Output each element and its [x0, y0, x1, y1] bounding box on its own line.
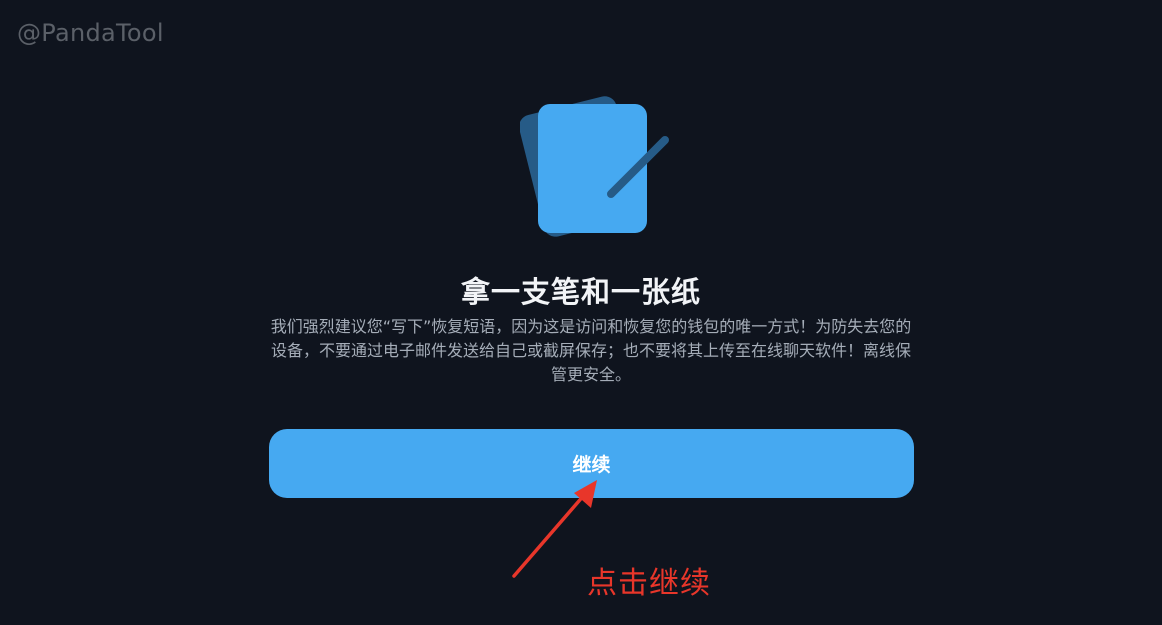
- watermark: @PandaTool: [17, 19, 164, 47]
- annotation-label: 点击继续: [587, 566, 711, 601]
- notepad-pen-icon: [520, 96, 669, 237]
- description-text: 我们强烈建议您“写下”恢复短语，因为这是访问和恢复您的钱包的唯一方式！为防失去您…: [270, 317, 912, 384]
- page-title: 拿一支笔和一张纸: [460, 275, 701, 309]
- front-paper-shape: [538, 104, 647, 233]
- backup-intro-screen: @PandaTool 拿一支笔和一张纸 我们强烈建议您“写下”恢复短语，因为这是…: [0, 0, 1162, 625]
